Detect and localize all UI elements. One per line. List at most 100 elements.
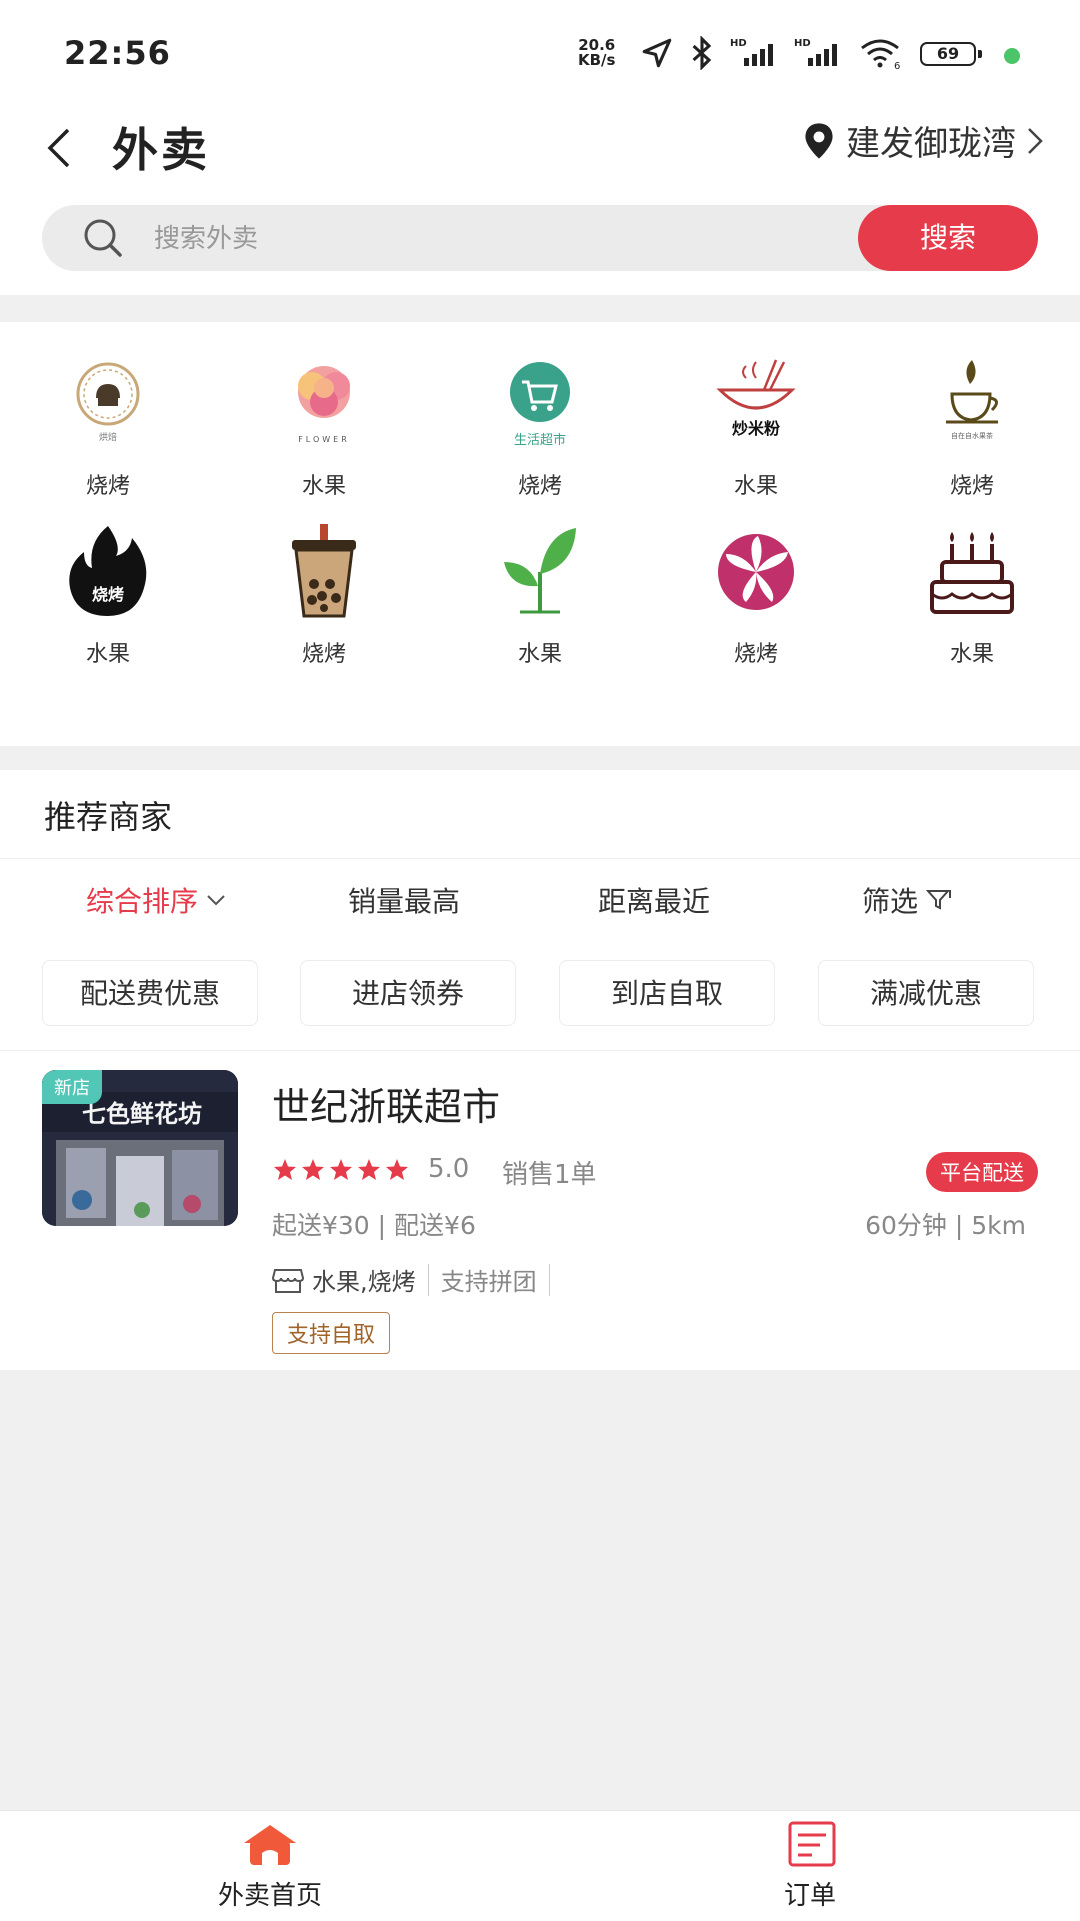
shopping-cart-icon: 生活超市: [490, 354, 590, 454]
svg-text:6: 6: [894, 61, 900, 70]
star-icon: [386, 1159, 408, 1180]
bakery-logo-icon: 烘焙: [58, 354, 158, 454]
category-label: 水果: [301, 474, 346, 499]
category-item[interactable]: 自在自水果茶 烧烤: [864, 354, 1080, 500]
category-label: 水果: [517, 642, 562, 667]
tea-cup-icon: 自在自水果茶: [922, 354, 1022, 454]
search-input[interactable]: [152, 215, 856, 263]
chip-self-pickup[interactable]: 到店自取: [559, 960, 775, 1026]
svg-text:HD: HD: [730, 38, 747, 49]
nav-home[interactable]: 外卖首页: [160, 1821, 380, 1912]
star-icon: [330, 1159, 352, 1180]
nav-home-label: 外卖首页: [217, 1881, 322, 1911]
back-arrow-icon[interactable]: [40, 120, 80, 176]
shop-card[interactable]: 七色鲜花坊 新店 世纪浙联超市 5.0 销售1单 平台配送 起送¥30 | 配送…: [0, 1070, 1080, 1370]
nav-orders-label: 订单: [783, 1881, 836, 1911]
sort-tab-label: 综合排序: [86, 885, 199, 918]
star-icon: [358, 1159, 380, 1180]
recommend-section: 推荐商家 综合排序 销量最高 距离最近 筛选 配送费优惠 进店领券 到店自取 满…: [0, 770, 1080, 1370]
category-item[interactable]: 炒米粉 水果: [648, 354, 864, 500]
sales-count: 销售1单: [502, 1160, 597, 1190]
star-rating: [272, 1158, 410, 1182]
sort-tab-sales[interactable]: 销量最高: [348, 880, 460, 920]
location-name: 建发御珑湾: [846, 124, 1016, 164]
chip-coupon[interactable]: 进店领券: [300, 960, 516, 1026]
section-title: 推荐商家: [44, 798, 173, 836]
chip-delivery-discount[interactable]: 配送费优惠: [42, 960, 258, 1026]
svg-text:自在自水果茶: 自在自水果茶: [951, 431, 993, 440]
svg-text:烘焙: 烘焙: [99, 431, 117, 443]
clock: 22:56: [64, 34, 171, 72]
group-buy-text: 支持拼团: [440, 1268, 537, 1296]
search-bar: 搜索: [42, 205, 1038, 271]
svg-text:生活超市: 生活超市: [514, 432, 566, 448]
page-title: 外卖: [112, 123, 210, 177]
net-speed-unit: KB/s: [578, 51, 616, 69]
delivery-fees: 起送¥30 | 配送¥6: [272, 1211, 476, 1240]
shop-category-text: 水果,烧烤: [312, 1268, 416, 1296]
chevron-right-icon: [1028, 127, 1043, 154]
divider: [0, 1050, 1080, 1051]
divider: [548, 1263, 550, 1296]
svg-text:炒米粉: 炒米粉: [732, 419, 780, 438]
filter-label: 筛选: [862, 885, 919, 918]
chevron-down-icon: [207, 895, 225, 906]
noodle-bowl-icon: 炒米粉: [706, 354, 806, 454]
category-label: 水果: [733, 474, 778, 499]
divider: [427, 1263, 429, 1296]
signal-hd-icon: HD: [730, 38, 773, 66]
wifi-icon: 6: [861, 39, 900, 70]
location-selector[interactable]: 建发御珑湾: [802, 116, 1044, 165]
birthday-cake-icon: [922, 522, 1022, 622]
category-label: 烧烤: [85, 474, 130, 499]
sort-tab-comprehensive[interactable]: 综合排序: [86, 880, 226, 920]
category-item[interactable]: FLOWER 水果: [216, 354, 432, 500]
category-grid: 烘焙 烧烤 FLOWER 水果 生活超市 烧烤 炒米粉 水果 自在自水果茶 烧烤…: [0, 322, 1080, 746]
delivery-badge: 平台配送: [926, 1152, 1038, 1192]
rating-value: 5.0: [428, 1154, 470, 1184]
category-item[interactable]: 烧烤: [216, 522, 432, 668]
nav-orders[interactable]: 订单: [700, 1821, 920, 1912]
category-item[interactable]: 烧烤 水果: [0, 522, 216, 668]
camera-indicator-dot: [1004, 48, 1020, 64]
status-icons: HD HD 6: [640, 36, 904, 70]
bluetooth-icon: [692, 36, 712, 70]
new-shop-badge: 新店: [42, 1070, 102, 1104]
bottom-nav: 外卖首页 订单: [0, 1810, 1080, 1921]
status-bar: 22:56 20.6 KB/s HD HD 6 69: [0, 0, 1080, 100]
search-button[interactable]: 搜索: [858, 205, 1038, 271]
category-label: 水果: [949, 642, 994, 667]
svg-text:HD: HD: [794, 38, 811, 49]
star-icon: [274, 1159, 296, 1180]
category-item[interactable]: 烧烤: [648, 522, 864, 668]
network-speed: 20.6 KB/s: [578, 38, 615, 68]
battery-indicator: 69: [920, 42, 982, 66]
shop-tags: 水果,烧烤 支持拼团: [272, 1262, 562, 1297]
divider: [0, 858, 1080, 859]
category-label: 水果: [85, 642, 130, 667]
filter-funnel-icon: [926, 890, 952, 910]
bubble-tea-icon: [274, 522, 374, 622]
signal-hd-icon-2: HD: [794, 38, 837, 66]
category-label: 烧烤: [949, 474, 994, 499]
category-label: 烧烤: [517, 474, 562, 499]
category-item[interactable]: 水果: [432, 522, 648, 668]
svg-text:FLOWER: FLOWER: [298, 435, 350, 444]
location-pin-icon: [805, 122, 833, 159]
category-item[interactable]: 水果: [864, 522, 1080, 668]
category-label: 烧烤: [733, 642, 778, 667]
order-list-icon: [788, 1821, 836, 1867]
star-icon: [302, 1159, 324, 1180]
chip-full-reduction[interactable]: 满减优惠: [818, 960, 1034, 1026]
sort-tab-filter[interactable]: 筛选: [862, 880, 954, 920]
rose-flower-icon: FLOWER: [274, 354, 374, 454]
lily-flower-icon: [706, 522, 806, 622]
self-pickup-tag: 支持自取: [272, 1312, 391, 1354]
location-arrow-icon: [642, 38, 672, 68]
header: 外卖 建发御珑湾: [0, 100, 1080, 196]
sort-tab-distance[interactable]: 距离最近: [598, 880, 710, 920]
svg-text:七色鲜花坊: 七色鲜花坊: [82, 1099, 202, 1128]
category-item[interactable]: 生活超市 烧烤: [432, 354, 648, 500]
shop-name: 世纪浙联超市: [272, 1085, 501, 1129]
category-item[interactable]: 烘焙 烧烤: [0, 354, 216, 500]
